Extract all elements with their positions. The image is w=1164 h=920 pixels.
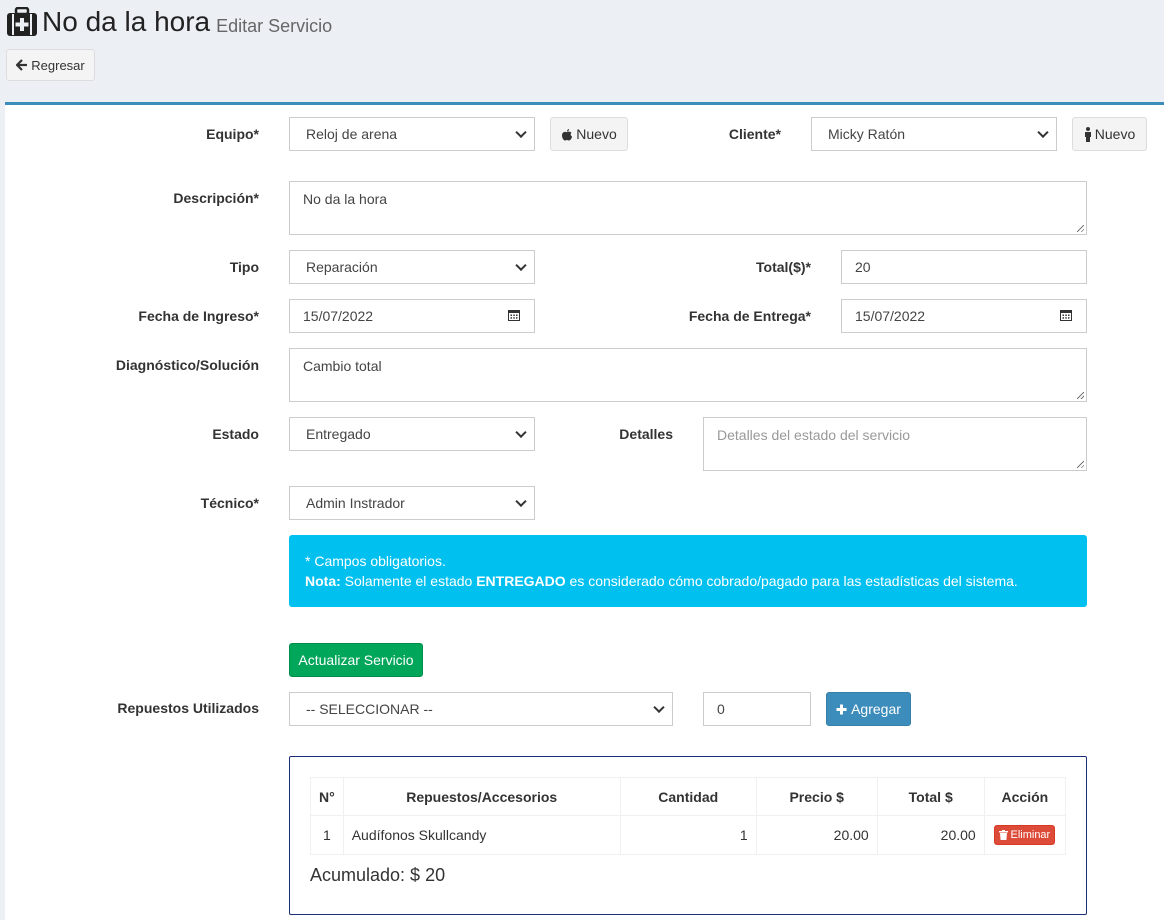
cliente-label: Cliente* [728, 126, 781, 142]
service-subtitle: Editar Servicio [216, 15, 333, 36]
fecha-entrega-value: 15/07/2022 [855, 308, 926, 324]
new-cliente-button[interactable]: Nuevo [1072, 117, 1147, 151]
callout-nota-label: Nota: [305, 573, 341, 589]
tipo-select[interactable]: Reparación [289, 250, 535, 284]
col-header-item: Repuestos/Accesorios [342, 777, 621, 816]
total-input[interactable]: 20 [841, 250, 1087, 284]
col-header-action: Acción [983, 777, 1067, 816]
descripcion-value: No da la hora [303, 191, 388, 207]
fecha-ingreso-label: Fecha de Ingreso* [138, 308, 259, 324]
tecnico-select[interactable]: Admin Instrador [289, 486, 535, 520]
cell-number: 1 [310, 815, 344, 855]
new-equipo-label: Nuevo [576, 126, 617, 142]
repuesto-select[interactable]: -- SELECCIONAR -- [289, 692, 673, 726]
trash-icon [999, 830, 1009, 840]
cliente-select-value: Micky Ratón [828, 126, 906, 142]
info-callout: * Campos obligatorios. Nota: Solamente e… [289, 535, 1087, 607]
descripcion-textarea[interactable]: No da la hora [289, 181, 1087, 235]
table-row: 1 Audífonos Skullcandy 1 20.00 20.00 Eli… [310, 815, 1067, 855]
tecnico-select-value: Admin Instrador [306, 495, 405, 511]
accumulated-total: Acumulado: $ 20 [310, 865, 446, 885]
medkit-icon [7, 7, 37, 36]
descripcion-label: Descripción* [173, 190, 259, 206]
fecha-ingreso-input[interactable]: 15/07/2022 [289, 299, 535, 333]
tipo-label: Tipo [229, 259, 259, 275]
equipo-label: Equipo* [206, 126, 259, 142]
calendar-icon[interactable] [508, 310, 520, 321]
table-header-row: N° Repuestos/Accesorios Cantidad Precio … [310, 777, 1067, 816]
delete-repuesto-button[interactable]: Eliminar [994, 825, 1056, 845]
col-header-number: N° [310, 777, 344, 816]
detalles-placeholder: Detalles del estado del servicio [717, 427, 910, 443]
tecnico-label: Técnico* [200, 495, 259, 511]
estado-select[interactable]: Entregado [289, 417, 535, 451]
col-header-price: Precio $ [755, 777, 878, 816]
diagnostico-value: Cambio total [303, 358, 382, 374]
col-header-total: Total $ [876, 777, 985, 816]
new-cliente-label: Nuevo [1094, 126, 1136, 142]
fecha-ingreso-value: 15/07/2022 [303, 308, 374, 324]
plus-icon [836, 704, 847, 714]
apple-icon [562, 128, 573, 140]
callout-nota-strong: ENTREGADO [476, 573, 566, 589]
service-title: No da la hora [42, 6, 211, 37]
calendar-icon[interactable] [1060, 310, 1072, 321]
fecha-entrega-input[interactable]: 15/07/2022 [841, 299, 1087, 333]
callout-nota-text1: Solamente el estado [340, 573, 477, 589]
cliente-select[interactable]: Micky Ratón [811, 117, 1057, 151]
add-repuesto-label: Agregar [851, 701, 901, 717]
equipo-select[interactable]: Reloj de arena [289, 117, 535, 151]
back-button[interactable]: Regresar [6, 49, 95, 81]
estado-select-value: Entregado [306, 426, 371, 442]
back-button-label: Regresar [31, 57, 85, 73]
equipo-select-value: Reloj de arena [306, 126, 398, 142]
cell-total: 20.00 [876, 815, 985, 855]
repuesto-select-value: -- SELECCIONAR -- [306, 701, 433, 717]
cell-action: Eliminar [983, 815, 1067, 855]
estado-label: Estado [212, 426, 259, 442]
repuestos-table-box: N° Repuestos/Accesorios Cantidad Precio … [289, 756, 1087, 915]
diagnostico-textarea[interactable]: Cambio total [289, 348, 1087, 402]
page-header: No da la hora Editar Servicio Regresar [0, 0, 1164, 104]
total-value: 20 [855, 259, 871, 275]
col-header-qty: Cantidad [619, 777, 757, 816]
update-service-button[interactable]: Actualizar Servicio [289, 643, 423, 677]
page-title: No da la hora Editar Servicio [6, 6, 332, 38]
detalles-label: Detalles [619, 426, 673, 442]
diagnostico-label: Diagnóstico/Solución [115, 357, 259, 373]
form-panel: Equipo* Reloj de arena Nuevo Cliente* Mi… [5, 102, 1164, 920]
total-label: Total($)* [756, 259, 811, 275]
add-repuesto-button[interactable]: Agregar [826, 692, 911, 726]
repuestos-label: Repuestos Utilizados [117, 700, 259, 716]
fecha-entrega-label: Fecha de Entrega* [688, 308, 811, 324]
repuestos-table: N° Repuestos/Accesorios Cantidad Precio … [310, 777, 1067, 855]
tipo-select-value: Reparación [306, 259, 378, 275]
cell-price: 20.00 [755, 815, 878, 855]
cell-item: Audífonos Skullcandy [342, 815, 621, 855]
callout-required-note: * Campos obligatorios. [305, 553, 446, 569]
new-equipo-button[interactable]: Nuevo [550, 117, 628, 151]
detalles-textarea[interactable]: Detalles del estado del servicio [703, 417, 1087, 471]
arrow-left-icon [16, 59, 28, 71]
update-service-label: Actualizar Servicio [298, 652, 414, 668]
callout-nota: Nota: Solamente el estado ENTREGADO es c… [305, 571, 1071, 591]
repuesto-qty-input[interactable]: 0 [703, 692, 811, 726]
delete-repuesto-label: Eliminar [1010, 829, 1051, 841]
callout-nota-text2: es considerado cómo cobrado/pagado para … [565, 573, 1018, 589]
cell-qty: 1 [619, 815, 757, 855]
repuesto-qty-value: 0 [717, 701, 725, 717]
male-user-icon [1084, 126, 1091, 142]
